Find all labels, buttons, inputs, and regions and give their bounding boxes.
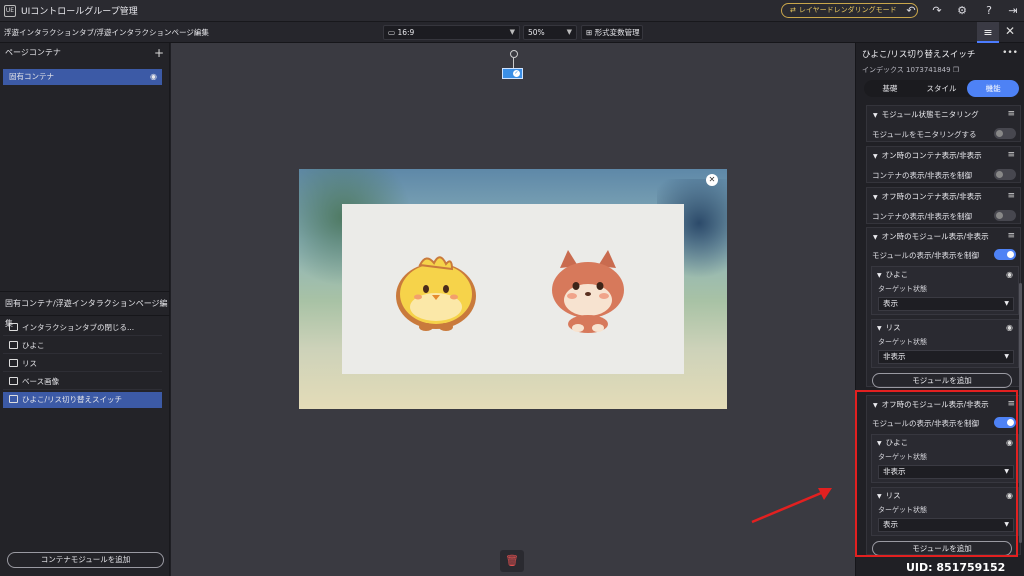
divider — [0, 291, 170, 292]
group-on-module: ▼ オン時のモジュール表示/非表示 ≡ モジュールの表示/非表示を制御 ▼ ひよこ ◉… — [866, 227, 1021, 388]
add-icon[interactable]: + — [154, 43, 164, 63]
annotation-arrow — [751, 488, 832, 524]
component-index: インデックス 1073741849 ❐ — [862, 66, 960, 74]
target-chick: ▼ ひよこ ◉ ターゲット状態 表示 ▼ — [871, 266, 1019, 315]
sliders-icon: ≡ — [983, 26, 993, 39]
collapse-icon[interactable]: ▼ — [873, 194, 878, 201]
breadcrumb: 浮遊インタラクションタブ/浮遊インタラクションページ編集 — [4, 28, 209, 37]
collapse-icon[interactable]: ▼ — [873, 112, 878, 119]
aspect-ratio-select[interactable]: ▭ 16:9 ▼ — [383, 25, 520, 40]
edit-section-header: 固有コンテナ/浮遊インタラクションページ編集 — [5, 299, 168, 328]
anchor-line — [513, 58, 514, 68]
copy-icon[interactable]: ❐ — [953, 66, 959, 74]
title-bar: UE UIコントロールグループ管理 ⇄ レイヤードレンダリングモード ↶ ↷ ⚙ … — [0, 0, 1024, 22]
menu-icon[interactable]: ≡ — [1007, 228, 1015, 245]
group-on-container: ▼ オン時のコンテナ表示/非表示 ≡ コンテナの表示/非表示を制御 — [866, 146, 1021, 183]
eye-icon[interactable]: ◉ — [1006, 267, 1013, 282]
tab-function[interactable]: 機能 — [967, 80, 1020, 97]
menu-icon[interactable]: ≡ — [1007, 188, 1015, 205]
undo-icon[interactable]: ↶ — [903, 3, 919, 19]
tree-item-close-tab[interactable]: インタラクションタブの閉じる... — [3, 320, 162, 336]
chevron-down-icon: ▼ — [509, 28, 515, 36]
collapse-icon[interactable]: ▼ — [873, 234, 878, 241]
uid-label: UID: 851759152 — [906, 561, 1006, 574]
editor-toolbar: 浮遊インタラクションタブ/浮遊インタラクションページ編集 ▭ 16:9 ▼ 50… — [0, 22, 1024, 43]
image-icon — [9, 359, 18, 367]
target-squirrel: ▼ リス ◉ ターゲット状態 非表示 ▼ — [871, 319, 1019, 368]
app-title: UIコントロールグループ管理 — [21, 7, 138, 17]
switch-icon — [9, 395, 18, 403]
tree-item-chick[interactable]: ひよこ — [3, 338, 162, 354]
close-icon[interactable]: ✕ — [706, 174, 718, 186]
highlight-box — [855, 390, 1018, 557]
tree-item-squirrel[interactable]: リス — [3, 356, 162, 372]
target-state-select[interactable]: 非表示 ▼ — [878, 350, 1014, 364]
component-icon — [9, 323, 18, 331]
chevron-down-icon: ▼ — [566, 28, 572, 36]
selected-switch-widget[interactable]: ✓ — [502, 68, 523, 79]
tree-item-fixed-container[interactable]: 固有コンテナ ◉ — [3, 69, 162, 85]
target-state-select[interactable]: 表示 ▼ — [878, 297, 1014, 311]
page-contents-header: ページコンテナ + — [0, 43, 170, 63]
collapse-icon[interactable]: ▼ — [873, 153, 878, 160]
menu-icon[interactable]: ≡ — [1007, 147, 1015, 164]
settings-icon[interactable]: ⚙ — [954, 3, 970, 19]
chevron-down-icon: ▼ — [1004, 300, 1009, 307]
menu-icon[interactable]: ≡ — [1007, 106, 1015, 123]
tab-style[interactable]: スタイル — [916, 80, 968, 97]
app-logo: UE — [4, 4, 16, 17]
zoom-select[interactable]: 50% ▼ — [523, 25, 577, 40]
exit-icon[interactable]: ⇥ — [1005, 3, 1021, 19]
eye-icon[interactable]: ◉ — [1006, 320, 1013, 335]
help-icon[interactable]: ? — [981, 3, 997, 19]
component-title: ひよこ/リス切り替えスイッチ — [862, 50, 976, 60]
base-image-card — [342, 204, 684, 374]
tree-item-base-image[interactable]: ベース画像 — [3, 374, 162, 390]
more-icon[interactable]: ••• — [1002, 48, 1018, 58]
chick-image[interactable] — [390, 249, 482, 334]
trash-icon[interactable]: 🗑 — [500, 550, 524, 572]
chevron-down-icon: ▼ — [1004, 353, 1009, 360]
image-icon — [9, 377, 18, 385]
layered-rendering-mode-button[interactable]: ⇄ レイヤードレンダリングモード — [781, 3, 918, 18]
check-icon: ✓ — [513, 70, 520, 77]
close-icon[interactable]: ✕ — [1005, 24, 1015, 38]
add-container-module-button[interactable]: コンテナモジュールを追加 — [7, 552, 164, 568]
on-container-toggle[interactable] — [994, 169, 1016, 180]
preview-stage: ✕ — [299, 169, 727, 409]
eye-icon[interactable]: ◉ — [150, 69, 157, 85]
add-module-button[interactable]: モジュールを追加 — [872, 373, 1012, 388]
left-panel: ページコンテナ + 固有コンテナ ◉ 固有コンテナ/浮遊インタラクションページ編… — [0, 43, 170, 576]
collapse-icon[interactable]: ▼ — [877, 325, 882, 332]
divider — [0, 315, 170, 316]
scrollbar[interactable] — [1019, 283, 1022, 543]
swap-icon: ⇄ — [790, 6, 796, 14]
monitor-toggle[interactable] — [994, 128, 1016, 139]
properties-panel-toggle[interactable]: ≡ — [977, 22, 999, 43]
tab-basic[interactable]: 基礎 — [864, 80, 916, 97]
format-variable-button[interactable]: ⊞ 形式変数管理 — [581, 25, 643, 40]
group-off-container: ▼ オフ時のコンテナ表示/非表示 ≡ コンテナの表示/非表示を制御 — [866, 187, 1021, 224]
variable-icon: ⊞ — [586, 28, 595, 37]
property-tabs: 基礎 スタイル 機能 — [864, 80, 1020, 97]
anchor-icon[interactable] — [510, 50, 518, 58]
image-icon — [9, 341, 18, 349]
collapse-icon[interactable]: ▼ — [877, 272, 882, 279]
on-module-toggle[interactable] — [994, 249, 1016, 260]
redo-icon[interactable]: ↷ — [929, 3, 945, 19]
tree-item-toggle-switch[interactable]: ひよこ/リス切り替えスイッチ — [3, 392, 162, 408]
squirrel-image[interactable] — [542, 244, 634, 336]
group-module-monitoring: ▼ モジュール状態モニタリング ≡ モジュールをモニタリングする — [866, 105, 1021, 142]
off-container-toggle[interactable] — [994, 210, 1016, 221]
